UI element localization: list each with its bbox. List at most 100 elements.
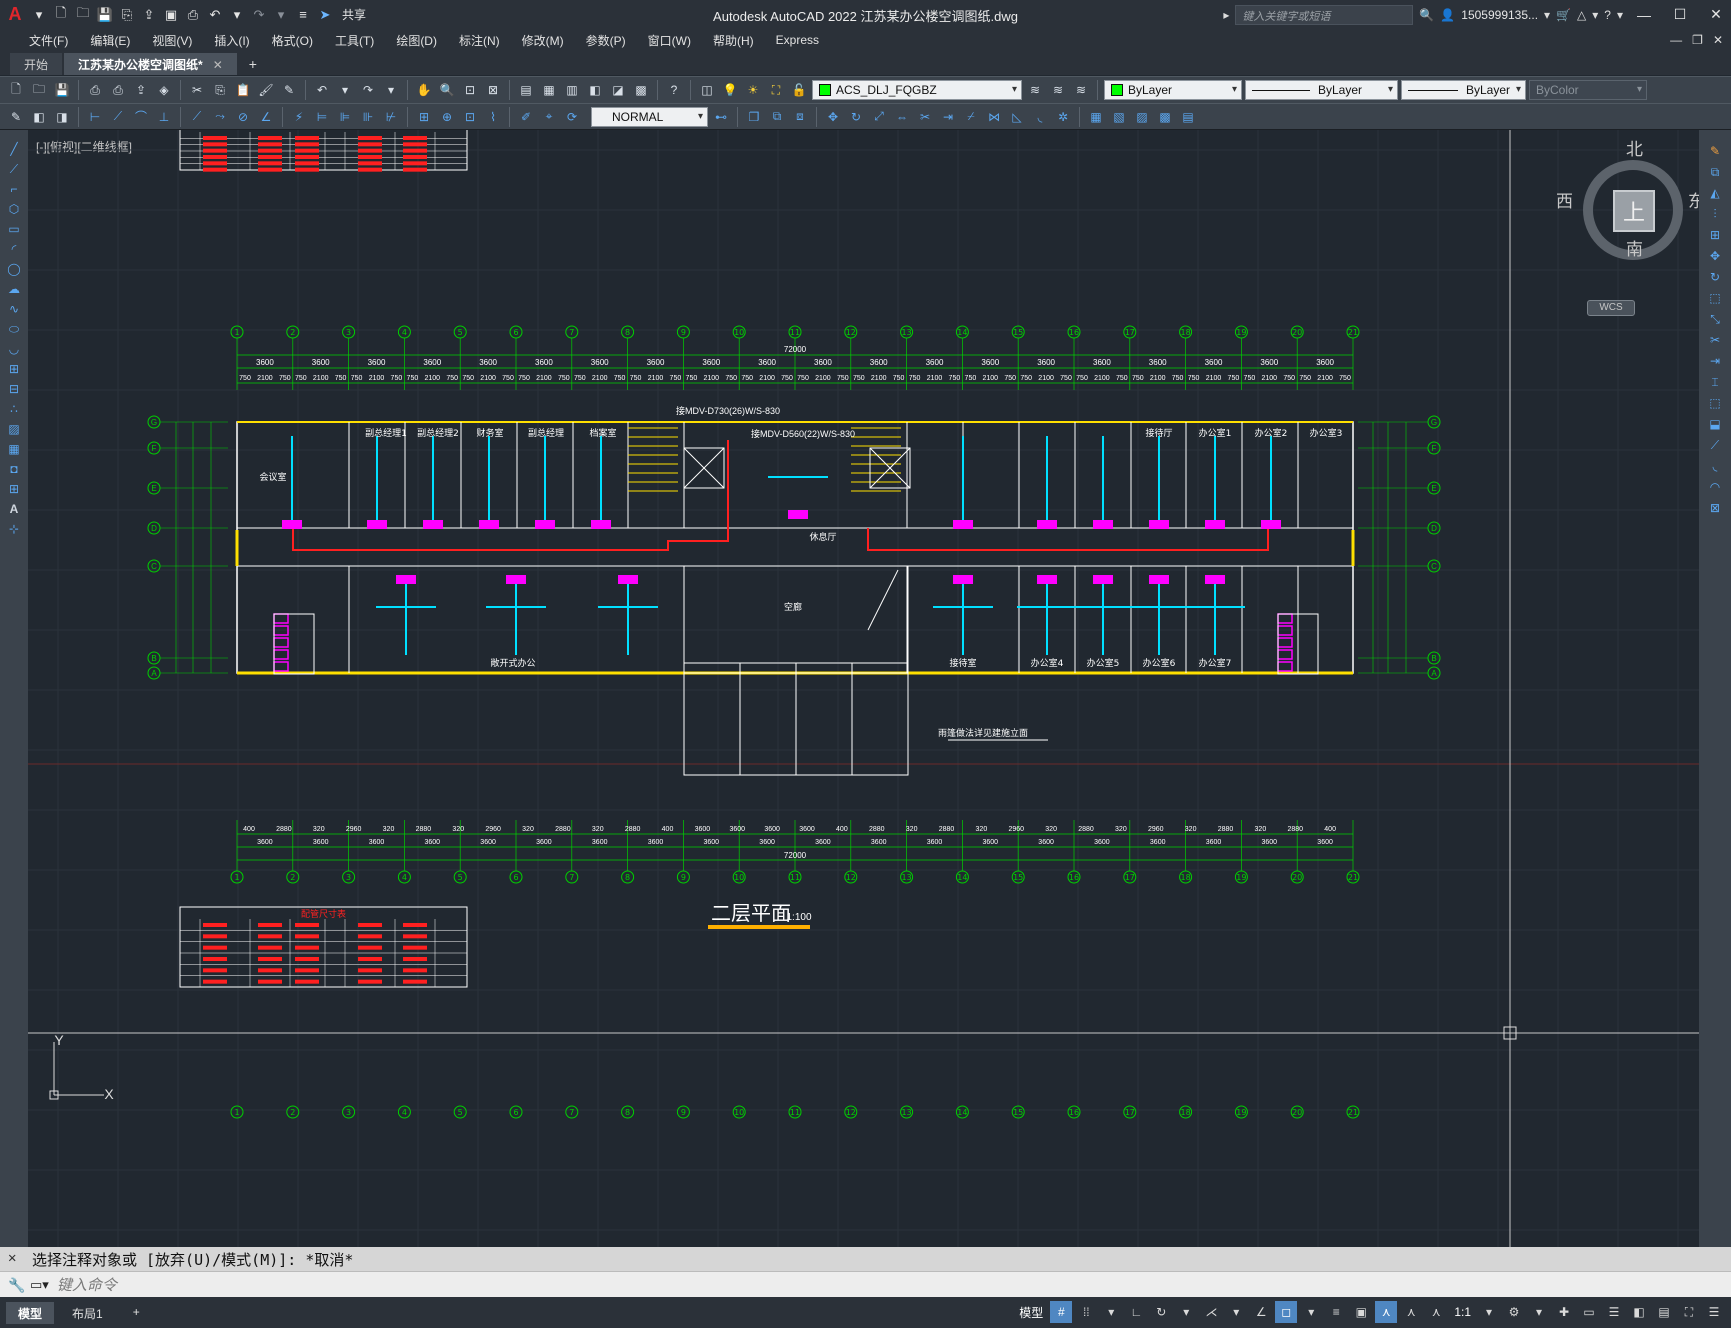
add-layout-button[interactable]: + [121,1302,152,1324]
user-account[interactable]: 1505999135... [1461,8,1538,22]
close-cmdline-icon[interactable]: ✕ [8,1250,16,1266]
mirror-icon[interactable]: ◭ [1705,184,1725,202]
undo-icon[interactable]: ↶ [312,80,332,100]
zoom-window-icon[interactable]: ⊡ [460,80,480,100]
move-icon[interactable]: ✥ [823,107,843,127]
inspection-icon[interactable]: ⊡ [460,107,480,127]
dim-space-icon[interactable]: ⊪ [358,107,378,127]
quick-properties-icon[interactable]: ☰ [1603,1301,1625,1323]
layer-dropdown[interactable]: ACS_DLJ_FQGBZ ▾ [812,80,1022,100]
chevron-right-icon[interactable]: ▸ [1223,8,1229,22]
user-dropdown-icon[interactable]: ▾ [1544,8,1550,22]
line-icon[interactable]: ╱ [4,140,24,158]
linear-dim-icon[interactable]: ⊢ [85,107,105,127]
add-selected-icon[interactable]: ⊹ [4,520,24,538]
save-as-icon[interactable]: ⎘ [118,6,136,24]
gradient-icon[interactable]: ▦ [4,440,24,458]
search-input[interactable]: 键入关键字或短语 [1235,4,1414,25]
block-editor-icon[interactable]: ✎ [279,80,299,100]
chamfer-icon[interactable]: ◺ [1007,107,1027,127]
pan-icon[interactable]: ✋ [414,80,434,100]
help-icon[interactable]: ? [1604,8,1611,22]
rotate-icon[interactable]: ↻ [1705,268,1725,286]
tab-drawing[interactable]: 江苏某办公楼空调图纸* ✕ [64,53,237,75]
doc-close-icon[interactable]: ✕ [1713,33,1723,47]
viewcube[interactable]: 上 北 南 东 西 [1556,135,1699,285]
scale-icon[interactable]: ⬚ [1705,289,1725,307]
clean-screen-icon[interactable]: ⛶ [1678,1301,1700,1323]
stretch-icon[interactable]: ⤡ [1705,310,1725,328]
trim-icon[interactable]: ✂ [915,107,935,127]
snap-icon[interactable]: ⁞⁞ [1075,1301,1097,1323]
chamfer-icon[interactable]: ⟋ [1705,436,1725,454]
close-tab-icon[interactable]: ✕ [213,58,223,72]
print-icon[interactable]: ⎙ [184,6,202,24]
region-icon[interactable]: ◘ [4,460,24,478]
3d-print-icon[interactable]: ◈ [154,80,174,100]
isodraft-icon[interactable]: ⋌ [1200,1301,1222,1323]
lineweight-dropdown[interactable]: ByLayer ▾ [1401,80,1526,100]
redo-dropdown-icon[interactable]: ▾ [381,80,401,100]
cart-icon[interactable]: 🛒 [1556,8,1571,22]
construction-line-icon[interactable]: ⟋ [4,160,24,178]
command-prompt-icon[interactable]: ▭▾ [30,1277,49,1293]
customize-icon[interactable]: 🔧 [8,1277,25,1294]
arc-length-icon[interactable]: ⌒ [131,107,151,127]
grid-icon[interactable]: # [1050,1301,1073,1323]
diameter-dim-icon[interactable]: ⊘ [233,107,253,127]
tolerance-icon[interactable]: ⊞ [414,107,434,127]
layer-vp-freeze-icon[interactable]: ⛶ [766,80,786,100]
ortho-icon[interactable]: ∟ [1125,1301,1147,1323]
snap-dropdown-icon[interactable]: ▾ [1100,1301,1122,1323]
units-icon[interactable]: ▭ [1578,1301,1600,1323]
bring-front-icon[interactable]: ▧ [1109,107,1129,127]
menu-tools[interactable]: 工具(T) [324,32,385,49]
otrack-icon[interactable]: ∠ [1250,1301,1272,1323]
annotation-icon[interactable]: ✎ [6,107,26,127]
viewcube-top-face[interactable]: 上 [1613,190,1655,232]
break-icon[interactable]: ⌿ [961,107,981,127]
zoom-previous-icon[interactable]: ⊠ [483,80,503,100]
menu-insert[interactable]: 插入(I) [203,32,260,49]
publish-icon[interactable]: ⇪ [131,80,151,100]
dropdown-arrow-icon[interactable]: ▾ [30,6,48,24]
tab-model[interactable]: 模型 [6,1301,55,1324]
make-block-icon[interactable]: ⊟ [4,380,24,398]
undo-icon[interactable]: ↶ [206,6,224,24]
menu-dimension[interactable]: 标注(N) [448,32,511,49]
web-mobile-icon[interactable]: ▣ [162,6,180,24]
layer-lock-icon[interactable]: 🔓 [789,80,809,100]
ordinate-icon[interactable]: ⊥ [154,107,174,127]
baseline-icon[interactable]: ⊨ [312,107,332,127]
dim-style-icon[interactable]: ⊷ [711,107,731,127]
tab-start[interactable]: 开始 [10,53,63,75]
block-icon[interactable]: ◧ [29,107,49,127]
rectangle-icon[interactable]: ▭ [4,220,24,238]
trim-icon[interactable]: ✂ [1705,331,1725,349]
new-icon[interactable]: 🗋 [6,80,26,100]
compass-south[interactable]: 南 [1626,235,1643,260]
text-style-dropdown[interactable]: NORMAL ▾ [591,106,708,127]
polyline-icon[interactable]: ⌐ [4,180,24,198]
new-tab-button[interactable]: + [239,53,267,75]
arc-icon[interactable]: ◜ [4,240,24,258]
lineweight-icon[interactable]: ≡ [1325,1301,1347,1323]
share-button[interactable]: 共享 [342,6,366,23]
search-icon[interactable]: 🔍 [1419,8,1434,22]
revision-cloud-icon[interactable]: ☁ [4,280,24,298]
open-icon[interactable]: 🗀 [29,80,49,100]
open-file-icon[interactable]: 🗀 [74,5,92,24]
spline-icon[interactable]: ∿ [4,300,24,318]
menu-parametric[interactable]: 参数(P) [575,32,637,49]
cut-icon[interactable]: ✂ [187,80,207,100]
fillet-icon[interactable]: ◟ [1030,107,1050,127]
jogged-icon[interactable]: ⤳ [210,107,230,127]
menu-format[interactable]: 格式(O) [261,32,324,49]
rotate-icon[interactable]: ↻ [846,107,866,127]
array-icon[interactable]: ⊞ [1705,226,1725,244]
erase-icon[interactable]: ✎ [1705,142,1725,160]
undo-dropdown-icon[interactable]: ▾ [335,80,355,100]
dim-text-edit-icon[interactable]: ⌖ [539,107,559,127]
bring-above-icon[interactable]: ▩ [1155,107,1175,127]
break-at-point-icon[interactable]: ⌶ [1705,373,1725,391]
